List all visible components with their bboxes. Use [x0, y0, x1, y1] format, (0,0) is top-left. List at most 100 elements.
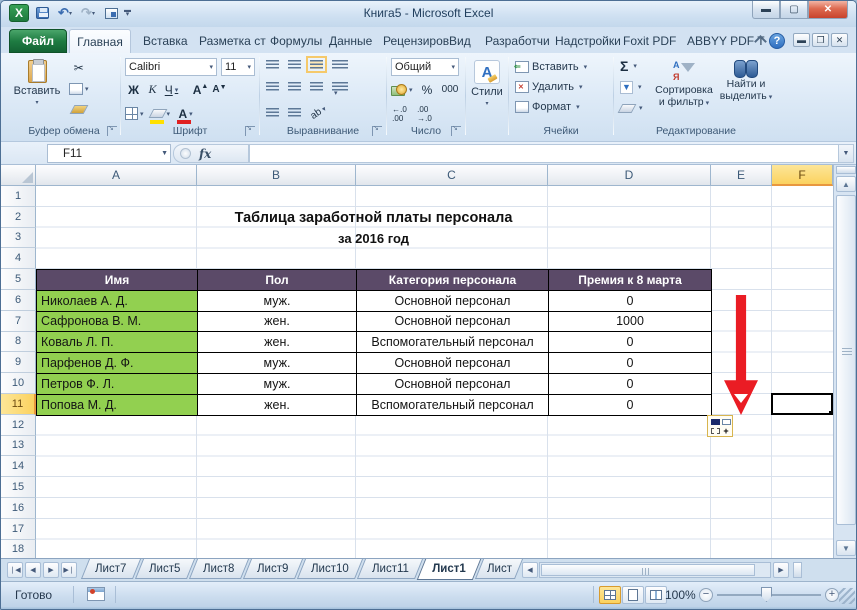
delete-cells-button[interactable]: Удалить [513, 77, 589, 97]
cell-category[interactable]: Вспомогательный персонал [357, 332, 549, 354]
cell-gender[interactable]: муж. [198, 353, 357, 374]
borders-button[interactable] [125, 105, 144, 122]
tab-scroll-left-button[interactable]: ◀ [522, 562, 538, 578]
align-top-icon[interactable] [266, 60, 279, 69]
normal-view-button[interactable] [599, 586, 621, 604]
cell-bonus[interactable]: 0 [549, 332, 712, 354]
row-header[interactable]: 4 [1, 248, 36, 270]
sheet-tab[interactable]: Лист7 [80, 559, 142, 579]
previous-sheet-button[interactable]: ◀ [25, 562, 41, 578]
cut-button[interactable]: ✂ [69, 59, 89, 76]
sort-filter-button[interactable]: АЯ Сортировка и фильтр [652, 57, 716, 110]
font-color-button[interactable]: А [177, 105, 194, 124]
row-header[interactable]: 17 [1, 518, 36, 540]
cell-bonus[interactable]: 0 [549, 290, 712, 312]
page-break-view-button[interactable] [645, 586, 667, 604]
vertical-split-handle[interactable] [836, 166, 856, 174]
table-header-gender[interactable]: Пол [198, 270, 357, 291]
underline-button[interactable]: Ч [163, 81, 180, 98]
align-middle-icon[interactable] [288, 60, 301, 69]
align-bottom-icon[interactable] [306, 56, 327, 73]
cell-gender[interactable]: муж. [198, 373, 357, 395]
row-header[interactable]: 2 [1, 206, 36, 228]
sheet-tab[interactable]: Лист9 [242, 559, 304, 579]
clipboard-dialog-launcher[interactable] [107, 124, 117, 136]
zoom-out-button[interactable]: − [699, 588, 713, 602]
row-header[interactable]: 9 [1, 352, 36, 374]
first-sheet-button[interactable]: ❘◀ [7, 562, 23, 578]
sheet-tab[interactable]: Лист10 [296, 559, 364, 579]
last-sheet-button[interactable]: ▶❘ [61, 562, 77, 578]
insert-cells-button[interactable]: Вставить [513, 57, 589, 77]
cell-name[interactable]: Парфенов Д. Ф. [37, 353, 198, 374]
font-name-combo[interactable]: Calibri [125, 58, 217, 76]
table-header-name[interactable]: Имя [37, 270, 198, 291]
number-dialog-launcher[interactable] [451, 124, 461, 136]
column-header-a[interactable]: A [36, 165, 197, 186]
row-header[interactable]: 12 [1, 414, 36, 436]
column-header-c[interactable]: C [356, 165, 548, 186]
cell-category[interactable]: Основной персонал [357, 290, 549, 312]
paste-button[interactable]: Вставить ▾ [11, 57, 63, 106]
sheet-tab-active[interactable]: Лист1 [416, 559, 482, 580]
collapse-ribbon-button[interactable] [753, 33, 767, 48]
row-header[interactable]: 7 [1, 310, 36, 332]
sheet-tab[interactable]: Лист8 [188, 559, 250, 579]
currency-button[interactable] [391, 81, 413, 98]
decrease-decimal-button[interactable]: .00 →.0 [416, 105, 433, 123]
paste-options-button[interactable]: + [707, 415, 733, 437]
cell-gender[interactable]: жен. [198, 394, 357, 416]
zoom-level[interactable]: 100% [665, 588, 696, 602]
column-header-b[interactable]: B [197, 165, 356, 186]
cell-category[interactable]: Основной персонал [357, 353, 549, 374]
row-header[interactable]: 15 [1, 477, 36, 498]
increase-decimal-button[interactable]: ←.0.00 [391, 105, 408, 123]
maximize-button[interactable]: ▢ [780, 1, 808, 19]
horizontal-scroll-thumb[interactable] [541, 564, 755, 576]
column-header-d[interactable]: D [548, 165, 711, 186]
cell-category[interactable]: Вспомогательный персонал [357, 394, 549, 416]
format-cells-button[interactable]: Формат [513, 97, 589, 117]
copy-button[interactable] [69, 80, 89, 97]
increase-indent-icon[interactable] [288, 108, 301, 117]
row-header[interactable]: 14 [1, 456, 36, 478]
resize-grip[interactable] [839, 588, 855, 604]
select-all-corner[interactable] [1, 165, 36, 186]
workbook-minimize-button[interactable]: ▬ [793, 33, 810, 47]
workbook-close-button[interactable]: ✕ [831, 33, 848, 47]
sheet-tab[interactable]: Лист [474, 559, 524, 579]
formula-input[interactable] [249, 144, 839, 163]
tab-home[interactable]: Главная [69, 29, 131, 53]
italic-button[interactable]: К [144, 81, 161, 98]
sheet-tab[interactable]: Лист5 [134, 559, 196, 579]
cell-gender[interactable]: жен. [198, 332, 357, 354]
zoom-slider-thumb[interactable] [761, 587, 772, 602]
cell-category[interactable]: Основной персонал [357, 373, 549, 395]
cell-gender[interactable]: муж. [198, 290, 357, 312]
cell-name[interactable]: Петров Ф. Л. [37, 373, 198, 395]
increase-font-button[interactable]: А▲ [192, 81, 209, 98]
name-box[interactable]: F11 ▼ [47, 144, 171, 163]
row-header[interactable]: 5 [1, 269, 36, 290]
fill-button[interactable]: ▼ [618, 78, 645, 96]
row-header[interactable]: 13 [1, 435, 36, 457]
cell-category[interactable]: Основной персонал [357, 311, 549, 333]
row-header[interactable]: 8 [1, 331, 36, 353]
active-cell-selection[interactable] [771, 393, 833, 415]
orientation-icon[interactable]: ab [307, 101, 331, 125]
vertical-scroll-thumb[interactable] [836, 195, 856, 525]
column-header-e[interactable]: E [711, 165, 772, 186]
page-layout-view-button[interactable] [622, 586, 644, 604]
column-header-f[interactable]: F [772, 165, 833, 186]
close-button[interactable]: ✕ [808, 1, 848, 19]
bold-button[interactable]: Ж [125, 81, 142, 98]
cell-name[interactable]: Сафронова В. М. [37, 311, 198, 333]
find-select-button[interactable]: Найти и выделить [718, 57, 774, 104]
align-left-icon[interactable] [266, 82, 279, 91]
table-header-bonus[interactable]: Премия к 8 марта [549, 270, 712, 291]
tab-insert[interactable]: Вставка [133, 29, 198, 53]
scroll-down-button[interactable]: ▼ [836, 540, 856, 556]
cell-bonus[interactable]: 0 [549, 353, 712, 374]
cell-gender[interactable]: жен. [198, 311, 357, 333]
horizontal-scrollbar[interactable] [539, 562, 771, 578]
